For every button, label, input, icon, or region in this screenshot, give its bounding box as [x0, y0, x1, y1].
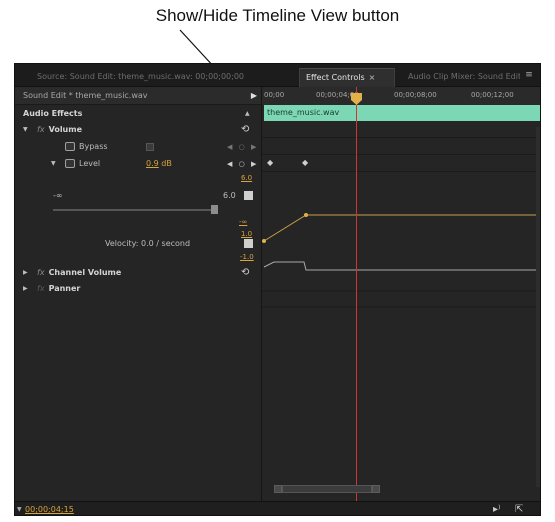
graph-min-value: -∞ — [239, 218, 248, 226]
bypass-label: Bypass — [79, 142, 108, 151]
level-slider-thumb[interactable] — [211, 205, 218, 214]
keyframe-graph[interactable] — [262, 87, 541, 501]
volume-effect-row[interactable]: ▼ fx Volume ⟲ — [15, 122, 261, 138]
level-slider-track[interactable] — [53, 209, 215, 211]
expand-triangle-icon[interactable]: ▶ — [23, 265, 28, 281]
audio-effects-label: Audio Effects — [23, 109, 83, 118]
playhead-line[interactable] — [356, 87, 357, 501]
level-max-value: 6.0 — [241, 174, 253, 182]
velocity-min-value: -1.0 — [240, 253, 254, 261]
keyframe-navigator[interactable]: ◀ ○ ▶ — [227, 139, 258, 155]
expand-triangle-icon[interactable]: ▶ — [23, 281, 28, 297]
scroll-up-icon[interactable]: ▲ — [245, 106, 250, 122]
timeline-view[interactable]: 00;00 00;00;04;00 00;00;08;00 00;00;12;0… — [261, 87, 541, 501]
panel-tab-bar: Source: Sound Edit: theme_music.wav: 00;… — [15, 64, 540, 87]
vertical-scrollbar[interactable] — [536, 127, 540, 487]
velocity-max-value: 1.0 — [241, 230, 253, 238]
share-icon[interactable]: ⇱ — [515, 504, 523, 515]
panner-row[interactable]: ▶ fx Panner — [15, 281, 261, 297]
tab-source-monitor[interactable]: Source: Sound Edit: theme_music.wav: 00;… — [31, 68, 287, 87]
expand-triangle-icon[interactable]: ▼ — [51, 156, 56, 172]
playhead-marker-icon[interactable] — [351, 93, 362, 105]
premiere-effect-controls-window: Source: Sound Edit: theme_music.wav: 00;… — [14, 63, 541, 516]
range-min-label: -∞ — [53, 191, 63, 200]
stopwatch-icon — [65, 142, 75, 151]
panel-menu-icon[interactable]: ≡ — [522, 70, 536, 80]
effect-parameters-pane: Sound Edit * theme_music.wav ▶ Audio Eff… — [15, 87, 261, 501]
reset-icon[interactable]: ⟲ — [241, 265, 249, 281]
tab-audio-clip-mixer[interactable]: Audio Clip Mixer: Sound Edit — [402, 68, 520, 87]
expand-triangle-icon[interactable]: ▼ — [23, 122, 28, 138]
export-frame-icon[interactable]: ▸⁾ — [493, 504, 500, 515]
panel-footer: ▼ 00;00;04;15 ▸⁾ ⇱ — [15, 501, 540, 515]
scrollbar-right-cap[interactable] — [372, 485, 380, 493]
level-value[interactable]: 0.9 — [146, 159, 159, 168]
tab-effect-controls[interactable]: Effect Controls × — [299, 68, 395, 87]
bypass-row: Bypass ◀ ○ ▶ — [15, 139, 261, 155]
graph-icon[interactable] — [244, 239, 253, 248]
scrollbar-left-cap[interactable] — [274, 485, 282, 493]
velocity-label: Velocity: 0.0 / second — [105, 239, 191, 248]
clip-header: Sound Edit * theme_music.wav ▶ — [15, 87, 261, 105]
bypass-checkbox[interactable] — [146, 143, 154, 151]
range-max-label: 6.0 — [223, 191, 236, 200]
channel-volume-label: Channel Volume — [48, 268, 122, 277]
level-unit: dB — [161, 159, 172, 168]
expand-triangle-icon[interactable]: ▼ — [17, 506, 22, 513]
audio-effects-heading: Audio Effects ▲ — [15, 106, 261, 122]
clip-label: Sound Edit * theme_music.wav — [23, 91, 148, 100]
show-hide-timeline-view-button[interactable]: ▶ — [247, 87, 261, 105]
current-time-display[interactable]: 00;00;04;15 — [25, 505, 74, 514]
fx-badge-icon[interactable]: fx — [37, 125, 45, 134]
annotation-callout: Show/Hide Timeline View button — [155, 6, 400, 25]
level-row: ▼ Level 0.9 dB ◀ ○ ▶ — [15, 156, 261, 172]
fx-badge-icon[interactable]: fx — [37, 268, 45, 277]
volume-label: Volume — [48, 125, 83, 134]
graph-icon[interactable] — [244, 191, 253, 200]
stopwatch-icon[interactable] — [65, 159, 75, 168]
channel-volume-row[interactable]: ▶ fx Channel Volume ⟲ — [15, 265, 261, 281]
reset-icon[interactable]: ⟲ — [241, 122, 249, 138]
horizontal-scrollbar[interactable] — [282, 485, 372, 493]
close-icon[interactable]: × — [369, 73, 376, 82]
tab-effect-controls-label: Effect Controls — [306, 73, 365, 82]
fx-badge-icon[interactable]: fx — [37, 284, 45, 293]
panner-label: Panner — [48, 284, 81, 293]
level-label: Level — [79, 159, 101, 168]
keyframe-navigator[interactable]: ◀ ○ ▶ — [227, 156, 258, 172]
